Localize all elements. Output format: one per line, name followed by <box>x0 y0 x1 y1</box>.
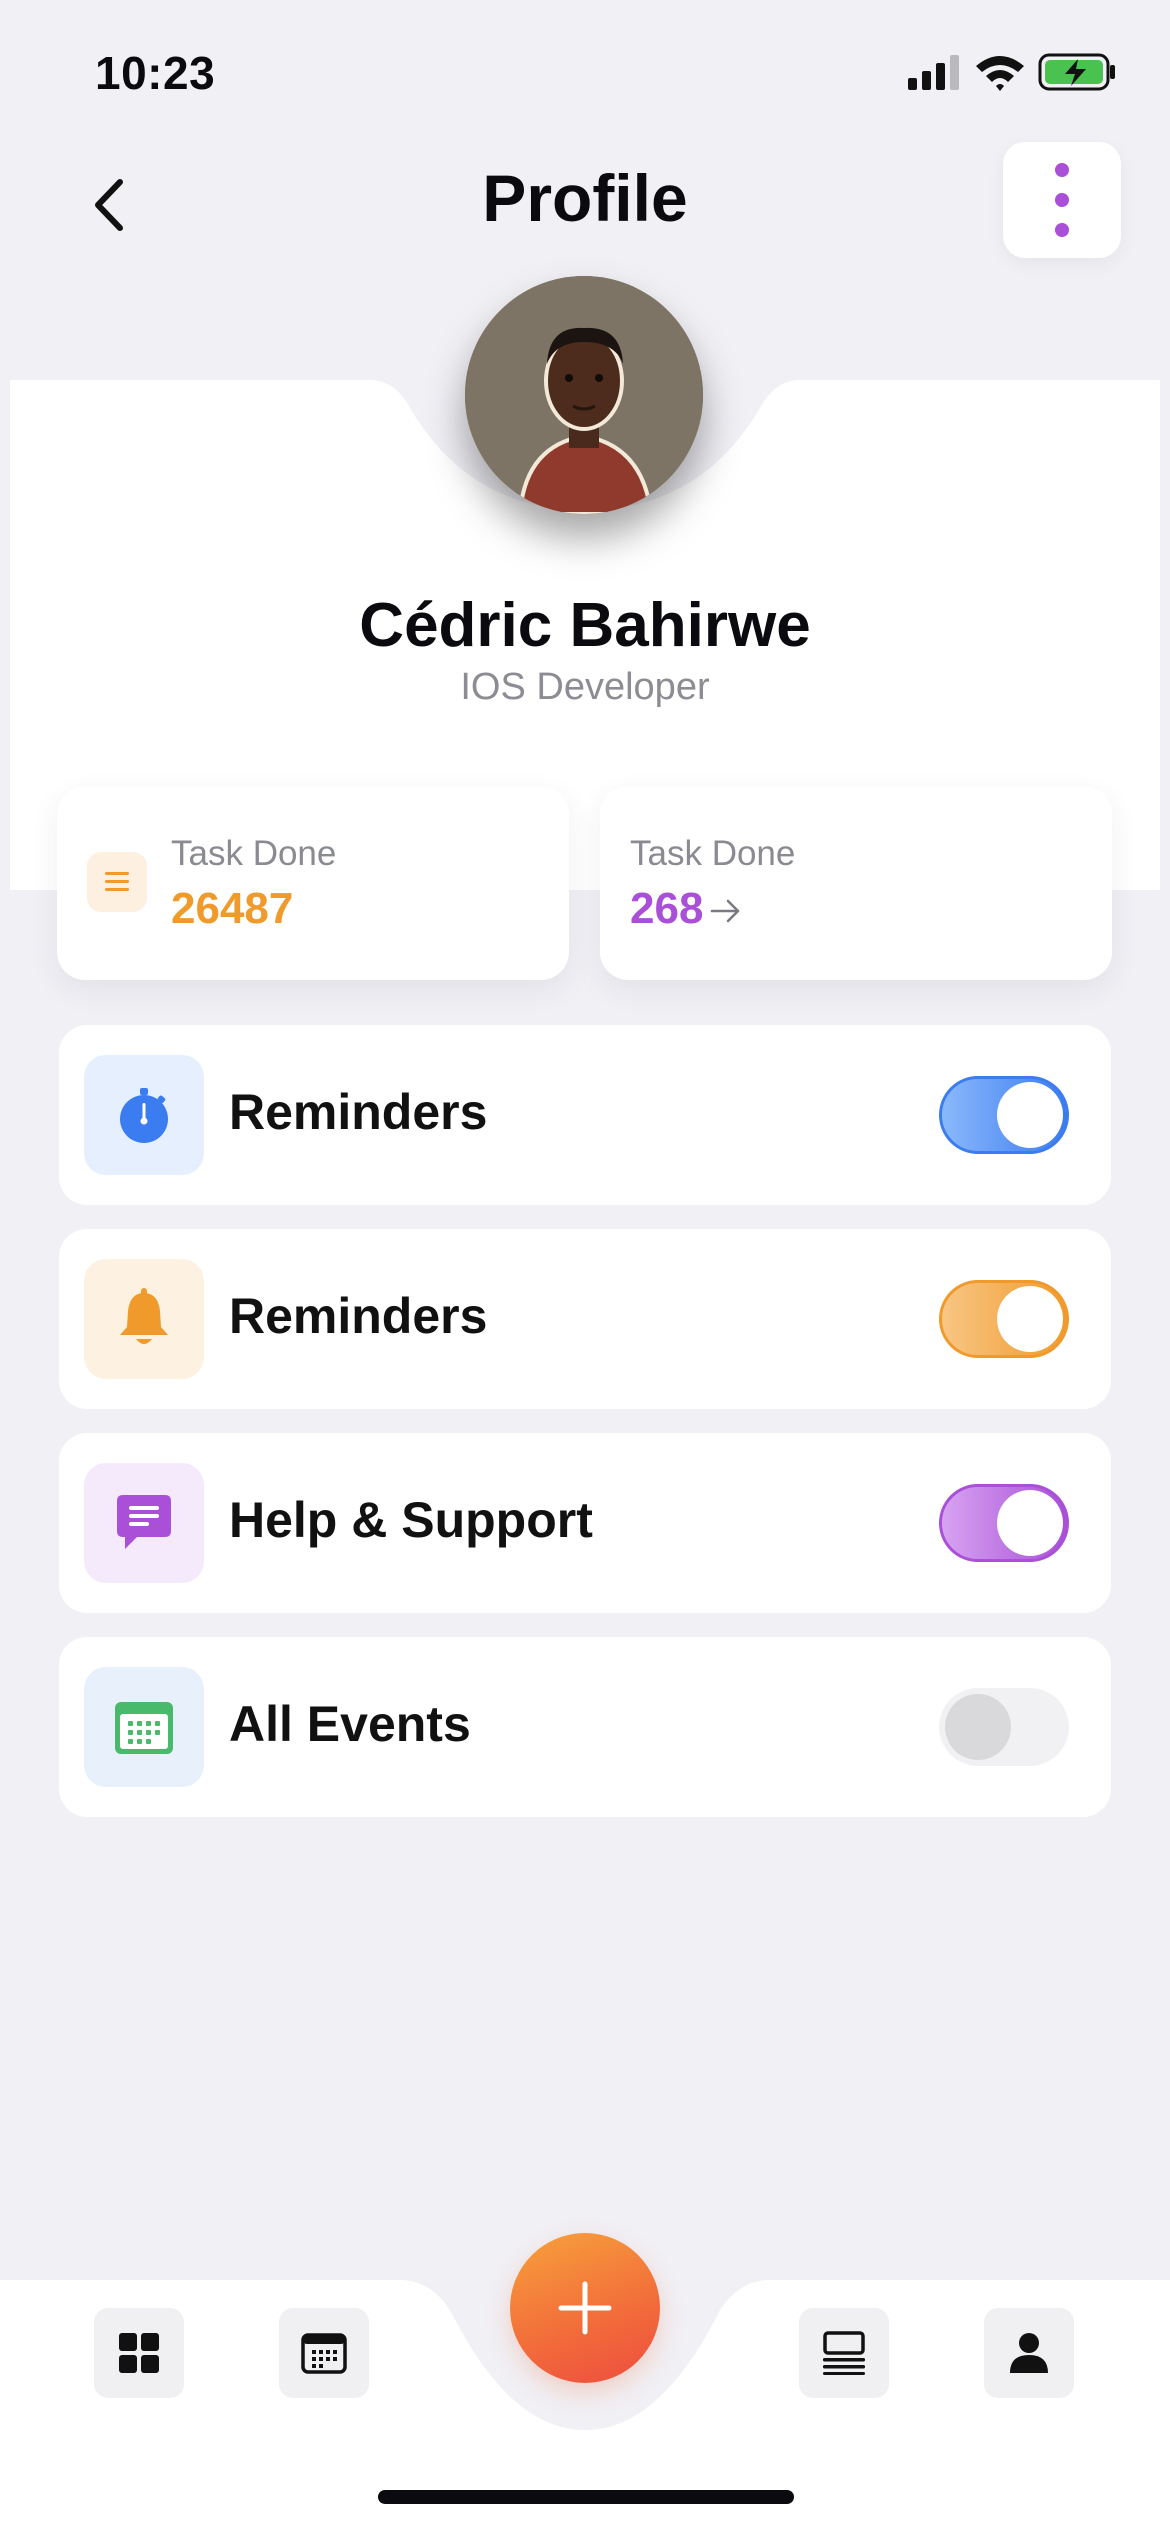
add-button[interactable] <box>510 2233 660 2383</box>
more-options-button[interactable] <box>1003 142 1121 258</box>
setting-label: Reminders <box>229 1288 488 1344</box>
home-indicator <box>378 2490 794 2504</box>
calendar-icon <box>301 2333 347 2374</box>
help-support-toggle[interactable] <box>939 1484 1069 1562</box>
status-time: 10:23 <box>95 47 216 99</box>
setting-row-all-events[interactable]: All Events <box>59 1637 1111 1817</box>
person-icon <box>1010 2333 1048 2373</box>
stat-value-wrap: 268 <box>630 884 743 934</box>
stat-value: 268 <box>630 884 704 933</box>
profile-role: IOS Developer <box>460 666 710 708</box>
toggle-knob <box>997 1082 1063 1148</box>
wifi-icon <box>976 56 1024 91</box>
avatar[interactable] <box>465 276 703 514</box>
tab-list[interactable] <box>799 2308 889 2398</box>
tab-dashboard[interactable] <box>94 2308 184 2398</box>
setting-label: All Events <box>229 1696 471 1752</box>
tab-profile[interactable] <box>984 2308 1074 2398</box>
stat-label: Task Done <box>171 834 337 873</box>
arrow-right-icon <box>711 900 740 923</box>
setting-row-reminders-notifications[interactable]: Reminders <box>59 1229 1111 1409</box>
toggle-knob <box>997 1286 1063 1352</box>
grid-icon <box>119 2333 159 2373</box>
plus-icon <box>558 2281 612 2335</box>
profile-name: Cédric Bahirwe <box>359 591 811 660</box>
toggle-knob <box>945 1694 1011 1760</box>
page-title: Profile <box>482 161 688 235</box>
stat-value: 26487 <box>171 884 294 933</box>
tab-calendar[interactable] <box>279 2308 369 2398</box>
setting-label: Help & Support <box>229 1492 593 1548</box>
task-done-card[interactable]: Task Done 26487 <box>57 786 569 980</box>
notifications-toggle[interactable] <box>939 1280 1069 1358</box>
battery-charging-icon <box>1038 53 1115 91</box>
list-icon <box>823 2331 865 2375</box>
bell-icon <box>84 1259 204 1379</box>
stopwatch-icon <box>84 1055 204 1175</box>
all-events-toggle[interactable] <box>939 1688 1069 1766</box>
task-done-card-secondary[interactable]: Task Done 268 <box>600 786 1112 980</box>
setting-row-help-support[interactable]: Help & Support <box>59 1433 1111 1613</box>
stat-label: Task Done <box>630 834 796 873</box>
cellular-signal-icon <box>908 55 959 90</box>
reminders-toggle[interactable] <box>939 1076 1069 1154</box>
person-portrait-icon <box>465 276 703 514</box>
calendar-icon <box>84 1667 204 1787</box>
setting-label: Reminders <box>229 1084 488 1140</box>
setting-row-reminders[interactable]: Reminders <box>59 1025 1111 1205</box>
toggle-knob <box>997 1490 1063 1556</box>
chat-icon <box>84 1463 204 1583</box>
list-icon <box>87 852 147 912</box>
more-vertical-icon <box>1055 163 1069 237</box>
